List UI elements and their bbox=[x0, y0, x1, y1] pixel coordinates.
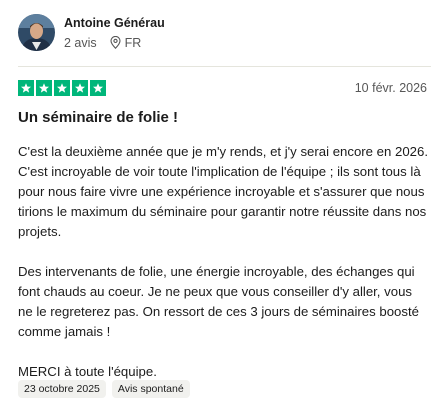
review-paragraph: C'est la deuxième année que je m'y rends… bbox=[18, 144, 429, 239]
reviewer-meta: 2 avis FR bbox=[64, 35, 165, 51]
star-icon bbox=[54, 80, 70, 96]
review-date: 10 févr. 2026 bbox=[354, 81, 427, 95]
divider bbox=[18, 66, 431, 67]
star-icon bbox=[72, 80, 88, 96]
review-tags: 23 octobre 2025 Avis spontané bbox=[18, 380, 190, 398]
review-title[interactable]: Un séminaire de folie ! bbox=[18, 108, 178, 128]
location-pin-icon bbox=[110, 36, 121, 49]
reviewer-info: Antoine Générau 2 avis FR bbox=[64, 15, 165, 51]
reviewer-header: Antoine Générau 2 avis FR bbox=[18, 14, 165, 51]
review-paragraph: MERCI à toute l'équipe. bbox=[18, 364, 157, 379]
star-rating bbox=[18, 80, 106, 96]
review-body: C'est la deuxième année que je m'y rends… bbox=[18, 142, 428, 402]
star-icon bbox=[90, 80, 106, 96]
review-card: Antoine Générau 2 avis FR 10 févr. 2026 … bbox=[0, 0, 441, 410]
review-count: 2 avis bbox=[64, 35, 97, 50]
star-icon bbox=[36, 80, 52, 96]
review-paragraph: Des intervenants de folie, une énergie i… bbox=[18, 264, 419, 339]
reviewer-country: FR bbox=[124, 35, 142, 50]
avatar[interactable] bbox=[18, 14, 55, 51]
star-icon bbox=[18, 80, 34, 96]
review-type-tag[interactable]: Avis spontané bbox=[111, 380, 190, 398]
avatar-photo bbox=[18, 14, 55, 51]
experience-date-tag: 23 octobre 2025 bbox=[18, 380, 106, 398]
reviewer-name[interactable]: Antoine Générau bbox=[64, 15, 165, 31]
